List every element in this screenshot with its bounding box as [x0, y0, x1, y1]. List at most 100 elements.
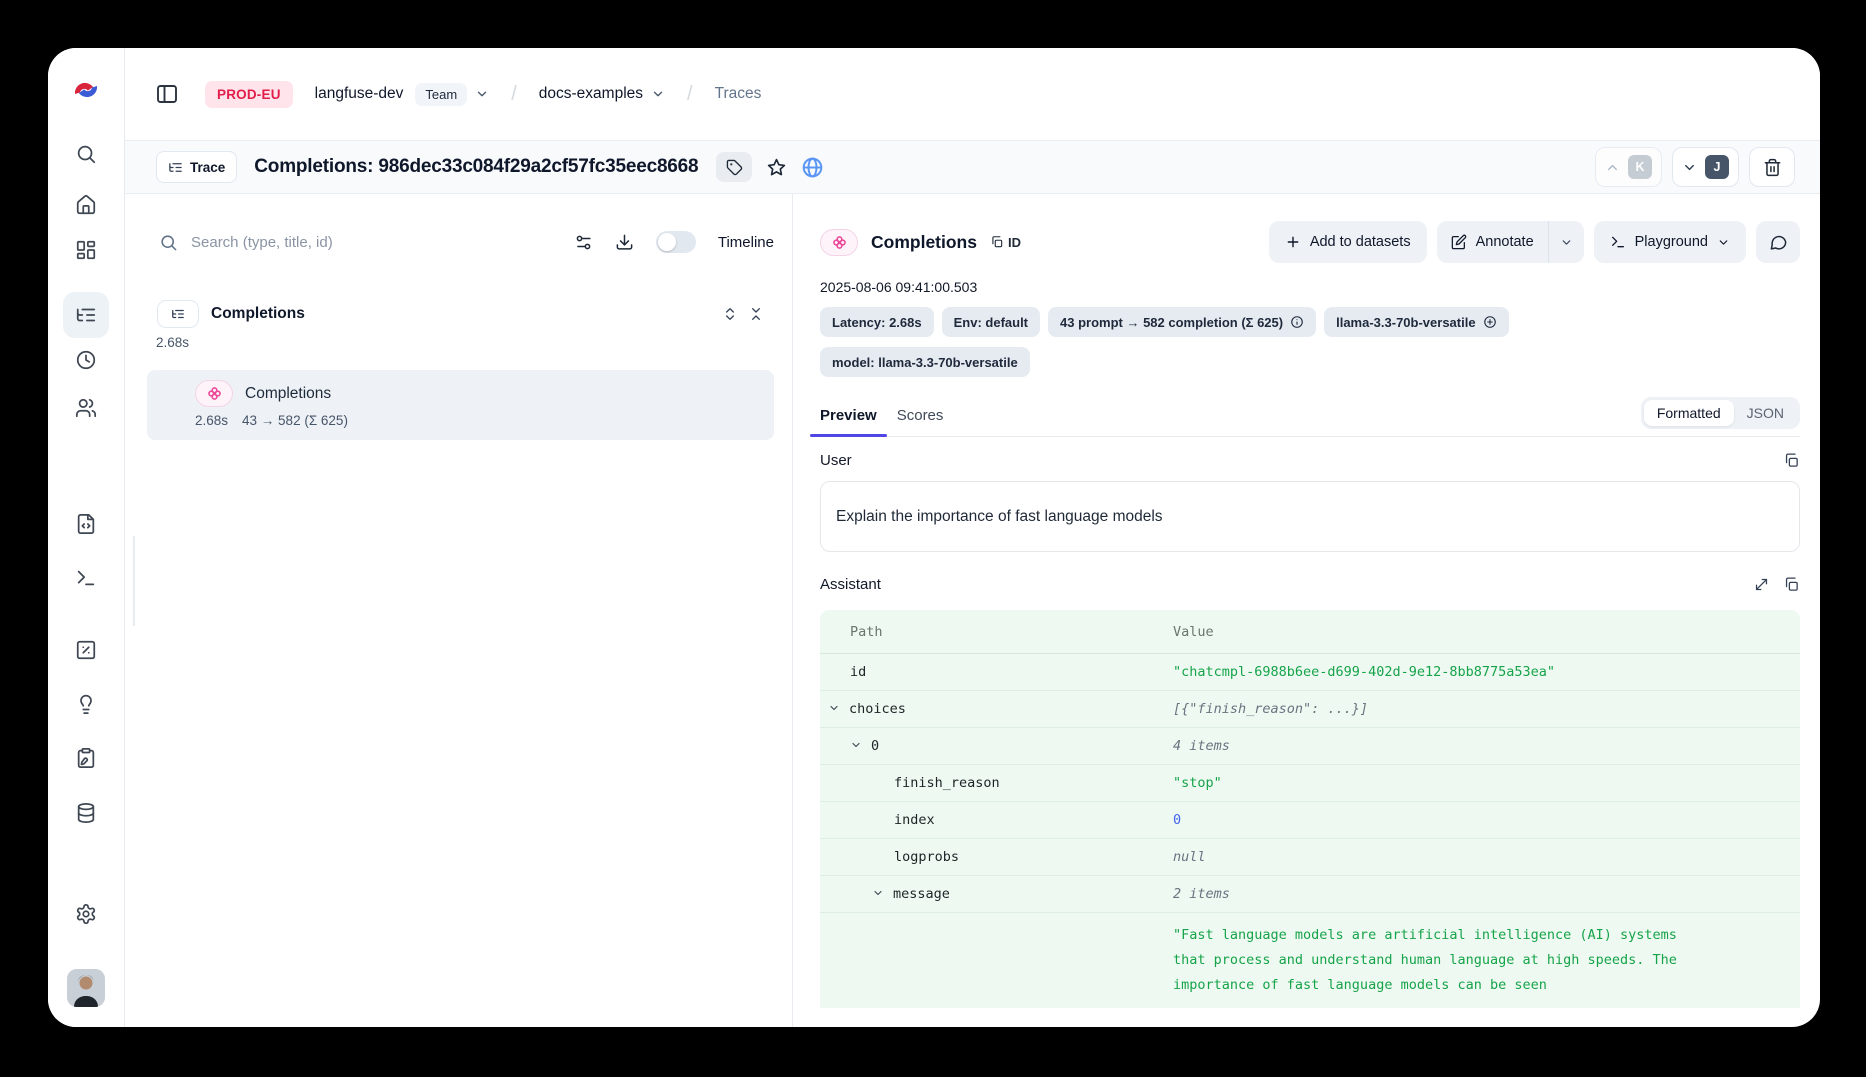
search-icon — [159, 233, 178, 252]
content-area: Timeline Completions — [125, 194, 1820, 1027]
annotate-button[interactable]: Annotate — [1437, 221, 1548, 263]
prompts-file-icon[interactable] — [63, 501, 109, 547]
observation-label: Completions — [245, 385, 331, 403]
dashboard-icon[interactable] — [63, 227, 109, 273]
star-bookmark-icon[interactable] — [766, 157, 787, 178]
tracing-icon[interactable] — [63, 292, 109, 338]
copy-assistant-message-icon[interactable] — [1783, 576, 1800, 593]
datasets-database-icon[interactable] — [63, 790, 109, 836]
user-section-header: User — [820, 452, 1800, 469]
copy-user-message-icon[interactable] — [1783, 452, 1800, 469]
tag-icon[interactable] — [716, 152, 752, 182]
sessions-clock-icon[interactable] — [63, 337, 109, 383]
env-badge: Env: default — [942, 307, 1040, 337]
playground-button[interactable]: Playground — [1594, 221, 1746, 263]
json-table-row: message2 items — [820, 876, 1800, 913]
row-collapse-chevron-icon[interactable] — [850, 739, 862, 751]
message-bubble-icon — [1769, 233, 1788, 252]
next-trace-button[interactable]: J — [1672, 147, 1739, 187]
copy-id-button[interactable]: ID — [990, 235, 1021, 250]
app-window: PROD-EU langfuse-dev Team / docs-example… — [48, 48, 1820, 1027]
chevron-down-icon — [1717, 236, 1730, 249]
settings-gear-icon[interactable] — [63, 891, 109, 937]
info-icon[interactable] — [1290, 315, 1304, 329]
json-value: "stop" — [1173, 765, 1800, 802]
timeline-toggle-label: Timeline — [718, 234, 774, 251]
observation-detail-panel: Completions ID Add to datasets — [793, 194, 1820, 1027]
json-table-row: id "chatcmpl-6988b6ee-d699-402d-9e12-8bb8… — [820, 654, 1800, 691]
annotation-clipboard-icon[interactable] — [63, 735, 109, 781]
expand-all-icon[interactable] — [722, 306, 738, 322]
breadcrumb-org[interactable]: langfuse-dev — [315, 85, 404, 103]
evaluation-percent-icon[interactable] — [63, 627, 109, 673]
assistant-section-label: Assistant — [820, 576, 881, 593]
value-column-header: Value — [1173, 610, 1800, 654]
download-icon[interactable] — [615, 233, 634, 252]
users-icon[interactable] — [63, 385, 109, 431]
id-label: ID — [1008, 235, 1021, 250]
collapse-all-icon[interactable] — [748, 306, 764, 322]
comments-button[interactable] — [1756, 221, 1800, 263]
json-value: 4 items — [1173, 728, 1800, 765]
org-chevron-icon[interactable] — [475, 87, 489, 101]
playground-label: Playground — [1635, 234, 1708, 250]
json-value: "chatcmpl-6988b6ee-d699-402d-9e12-8bb877… — [1173, 654, 1800, 691]
tree-root-label: Completions — [211, 305, 305, 323]
assistant-json-table: Path Value id"chatcmpl-6988b6ee-d699-402… — [820, 610, 1800, 1008]
breadcrumb-project[interactable]: docs-examples — [539, 85, 643, 103]
generation-icon — [820, 229, 858, 256]
trace-tree-panel: Timeline Completions — [125, 194, 793, 1027]
json-path: logprobs — [894, 849, 959, 865]
user-message-text: Explain the importance of fast language … — [836, 508, 1163, 526]
detail-tabs: Preview Scores Formatted JSON — [820, 397, 1800, 437]
tree-root-row[interactable]: Completions — [157, 300, 764, 328]
detail-actions: Add to datasets Annotate — [1269, 221, 1800, 263]
model-badge: model: llama-3.3-70b-versatile — [820, 347, 1030, 377]
annotate-dropdown-chevron[interactable] — [1548, 221, 1584, 263]
format-json-option[interactable]: JSON — [1734, 400, 1797, 426]
json-table-row: "Fast language models are artificial int… — [820, 913, 1800, 1009]
breadcrumb-page[interactable]: Traces — [715, 85, 762, 103]
filter-sliders-icon[interactable] — [574, 233, 593, 252]
json-value: [{"finish_reason": ...}] — [1173, 691, 1800, 728]
user-avatar[interactable] — [67, 969, 105, 1007]
json-value: 2 items — [1173, 876, 1800, 913]
latency-badge: Latency: 2.68s — [820, 307, 934, 337]
terminal-icon — [1610, 234, 1626, 250]
insights-lightbulb-icon[interactable] — [63, 681, 109, 727]
sidebar-toggle-icon[interactable] — [155, 82, 179, 106]
search-icon[interactable] — [63, 131, 109, 177]
tab-scores[interactable]: Scores — [887, 401, 954, 436]
tab-preview[interactable]: Preview — [810, 401, 887, 436]
json-path: id — [850, 664, 866, 680]
tree-search-input[interactable] — [191, 234, 574, 251]
model-chip-badge[interactable]: llama-3.3-70b-versatile — [1324, 307, 1508, 337]
add-to-datasets-button[interactable]: Add to datasets — [1269, 221, 1427, 263]
format-segmented-control: Formatted JSON — [1641, 397, 1800, 429]
delete-trace-button[interactable] — [1749, 147, 1795, 187]
expand-content-icon[interactable] — [1753, 576, 1770, 593]
top-navbar: PROD-EU langfuse-dev Team / docs-example… — [125, 48, 1820, 140]
prev-keycap: K — [1628, 155, 1652, 179]
playground-terminal-icon[interactable] — [63, 555, 109, 601]
plus-icon — [1285, 234, 1301, 250]
project-chevron-icon[interactable] — [651, 87, 665, 101]
row-collapse-chevron-icon[interactable] — [828, 702, 840, 714]
tree-observation-row-selected[interactable]: Completions 2.68s 43 → 582 (Σ 625) — [147, 370, 774, 440]
timeline-toggle[interactable] — [656, 231, 696, 253]
circle-plus-icon[interactable] — [1483, 315, 1497, 329]
public-globe-icon[interactable] — [801, 156, 824, 179]
detail-title: Completions — [871, 232, 977, 253]
format-formatted-option[interactable]: Formatted — [1644, 400, 1734, 426]
tree-root-duration: 2.68s — [156, 335, 792, 350]
langfuse-logo-icon[interactable] — [71, 76, 101, 104]
json-path: choices — [849, 701, 906, 717]
json-table-row: 04 items — [820, 728, 1800, 765]
row-collapse-chevron-icon[interactable] — [872, 887, 884, 899]
breadcrumb-separator: / — [687, 83, 693, 106]
assistant-section-header: Assistant — [820, 576, 1800, 593]
json-path: index — [894, 812, 935, 828]
prev-trace-button[interactable]: K — [1595, 147, 1662, 187]
home-icon[interactable] — [63, 182, 109, 228]
observation-tokens: 43 → 582 (Σ 625) — [242, 413, 348, 428]
